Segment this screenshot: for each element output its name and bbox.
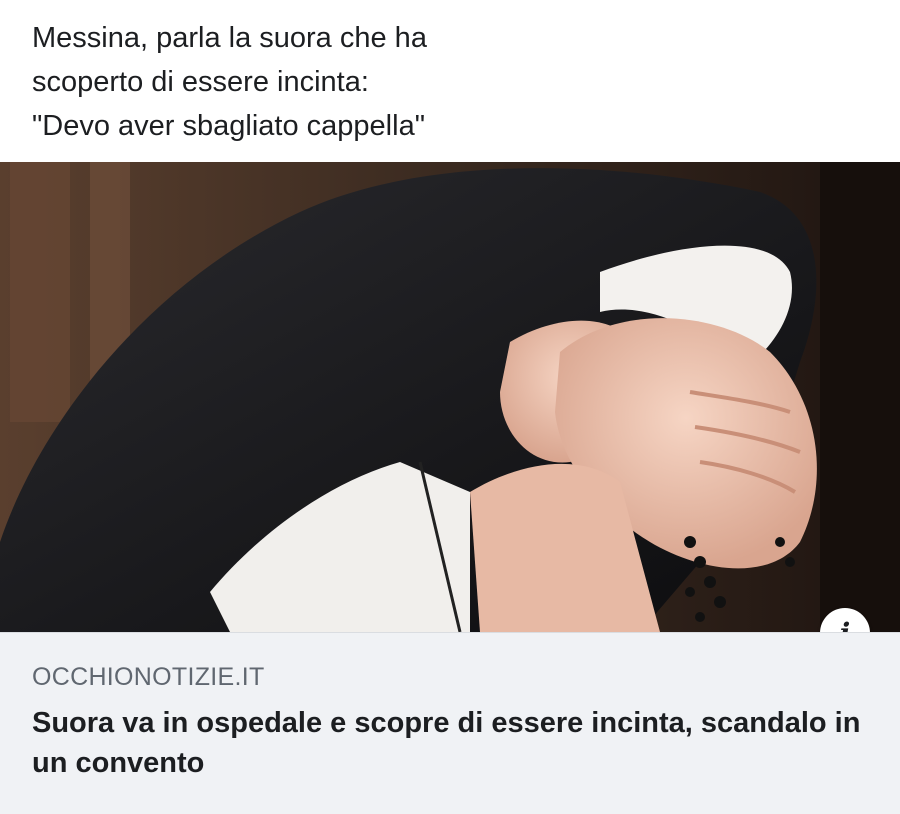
link-title[interactable]: Suora va in ospedale e scopre di essere … <box>32 703 868 783</box>
link-preview-footer[interactable]: OCCHIONOTIZIE.IT Suora va in ospedale e … <box>0 632 900 814</box>
post-text-line: scoperto di essere incinta: <box>32 66 369 98</box>
link-preview-image[interactable] <box>0 162 900 632</box>
post-text-line: "Devo aver sbagliato cappella" <box>32 110 425 142</box>
link-domain: OCCHIONOTIZIE.IT <box>32 663 265 691</box>
link-preview-card[interactable]: i OCCHIONOTIZIE.IT Suora va in ospedale … <box>0 162 900 814</box>
post-text-line: Messina, parla la suora che ha <box>32 22 427 54</box>
nun-praying-photo <box>0 162 900 632</box>
post-text: Messina, parla la suora che ha scoperto … <box>32 16 872 148</box>
